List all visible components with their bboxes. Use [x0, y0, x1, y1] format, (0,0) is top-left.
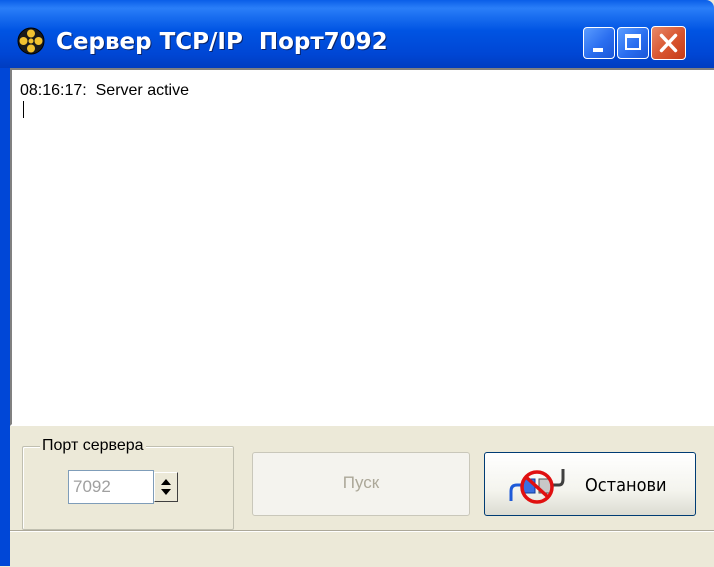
stop-button-label: Останови: [585, 475, 667, 496]
window-frame: [0, 68, 10, 566]
title-bar[interactable]: Сервер TCP/IP Порт7092: [0, 0, 714, 68]
status-bar: [10, 530, 714, 567]
log-line: 08:16:17: Server active: [20, 82, 189, 99]
port-spinner[interactable]: [154, 472, 178, 502]
close-icon: [659, 33, 678, 53]
close-button[interactable]: [651, 26, 686, 60]
minimize-button[interactable]: [583, 27, 615, 59]
log-textarea[interactable]: 08:16:17: Server active: [10, 68, 714, 426]
window-title: Сервер TCP/IP Порт7092: [56, 29, 388, 55]
maximize-icon: [625, 34, 641, 50]
stop-button[interactable]: Останови: [484, 452, 696, 516]
server-window: Сервер TCP/IP Порт7092 08:16:17: Server …: [0, 0, 714, 567]
start-button-label: Пуск: [342, 473, 380, 492]
start-button[interactable]: Пуск: [252, 452, 470, 516]
port-input[interactable]: [68, 470, 154, 504]
spin-arrows-icon: [161, 479, 171, 495]
minimize-icon: [593, 48, 603, 52]
text-caret: [23, 101, 24, 118]
maximize-button[interactable]: [617, 27, 649, 59]
network-globe-icon: [17, 27, 45, 55]
disconnect-icon: [509, 469, 565, 504]
port-group-label: Порт сервера: [40, 437, 146, 455]
